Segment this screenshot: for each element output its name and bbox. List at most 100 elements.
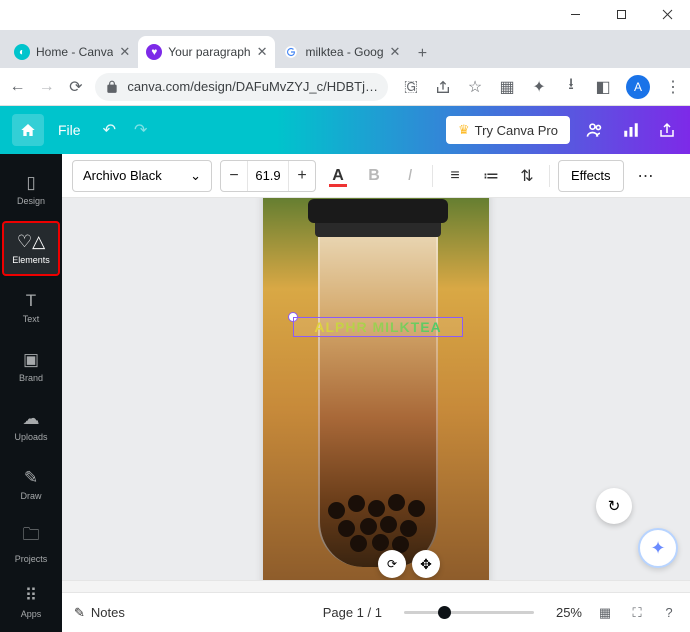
zoom-value[interactable]: 25% xyxy=(556,605,582,620)
font-size-stepper: − + xyxy=(220,160,316,192)
grid-view-icon[interactable]: ▦ xyxy=(596,604,614,622)
text-toolbar: Archivo Black ⌄ − + A B I ≡ ≔ ⇅ Effects … xyxy=(62,154,690,198)
collaborators-icon[interactable] xyxy=(584,119,606,141)
magic-button[interactable]: ✦ xyxy=(638,528,678,568)
uploads-icon: ☁ xyxy=(23,409,40,429)
notes-button[interactable]: ✎ Notes xyxy=(74,605,125,621)
tab-close-icon[interactable]: ✕ xyxy=(257,44,268,60)
sidebar-item-elements[interactable]: ♡△Elements xyxy=(2,221,60,276)
canva-topbar: File ↶ ↷ ♛ Try Canva Pro xyxy=(0,106,690,154)
rotate-floating-button[interactable]: ↻ xyxy=(596,488,632,524)
reload-button[interactable]: ⟳ xyxy=(66,75,85,99)
sidebar-item-text[interactable]: T Text xyxy=(2,280,60,335)
italic-button[interactable]: I xyxy=(396,162,424,190)
home-button[interactable] xyxy=(12,114,44,146)
translate-icon[interactable]: 🇬 xyxy=(402,78,420,96)
zoom-slider[interactable] xyxy=(404,611,534,614)
sidebar-item-brand[interactable]: ▣ Brand xyxy=(2,339,60,394)
browser-tab[interactable]: ◐ Home - Canva ✕ xyxy=(6,36,138,68)
font-name: Archivo Black xyxy=(83,168,162,183)
notes-label: Notes xyxy=(91,605,125,620)
page-indicator[interactable]: Page 1 / 1 xyxy=(323,605,382,620)
separator xyxy=(432,165,433,187)
analytics-icon[interactable] xyxy=(620,119,642,141)
star-icon[interactable]: ☆ xyxy=(466,78,484,96)
window-maximize[interactable] xyxy=(598,0,644,30)
menu-icon[interactable]: ⋮ xyxy=(664,78,682,96)
align-button[interactable]: ≡ xyxy=(441,162,469,190)
projects-icon: 🗀 xyxy=(23,522,40,551)
sync-floating-button[interactable]: ⟳ xyxy=(378,550,406,578)
apps-icon: ⠿ xyxy=(25,586,37,606)
share-icon[interactable] xyxy=(434,78,452,96)
brand-icon: ▣ xyxy=(23,350,39,370)
browser-tabstrip: ◐ Home - Canva ✕ ♥ Your paragraph ✕ milk… xyxy=(0,30,690,68)
window-titlebar xyxy=(0,0,690,30)
browser-tab-active[interactable]: ♥ Your paragraph ✕ xyxy=(138,36,275,68)
extensions-icon[interactable]: ✦ xyxy=(530,78,548,96)
sidebar-item-uploads[interactable]: ☁Uploads xyxy=(2,398,60,453)
text-color-button[interactable]: A xyxy=(324,162,352,190)
elements-icon: ♡△ xyxy=(17,232,45,252)
profile-avatar[interactable]: A xyxy=(626,75,650,99)
canvas-area[interactable]: ALPHR MILKTEA ↻ ⟳ ✥ ✦ xyxy=(62,198,690,580)
page-canvas[interactable]: ALPHR MILKTEA xyxy=(263,198,489,580)
url-text: canva.com/design/DAFuMvZYJ_c/HDBTj… xyxy=(127,79,378,94)
sidebar-label: Projects xyxy=(15,554,48,564)
chevron-down-icon: ⌄ xyxy=(190,168,201,184)
size-decrease[interactable]: − xyxy=(221,161,247,191)
tab-title: milktea - Goog xyxy=(305,45,383,59)
redo-button[interactable]: ↷ xyxy=(134,120,147,140)
sidebar-item-design[interactable]: ▯Design xyxy=(2,162,60,217)
back-button[interactable]: ← xyxy=(8,75,27,99)
tab-title: Home - Canva xyxy=(36,45,113,59)
crown-icon: ♛ xyxy=(458,122,470,138)
tab-title: Your paragraph xyxy=(168,45,250,59)
effects-button[interactable]: Effects xyxy=(558,160,624,192)
window-minimize[interactable] xyxy=(552,0,598,30)
help-icon[interactable]: ? xyxy=(660,604,678,622)
zoom-thumb[interactable] xyxy=(438,606,451,619)
more-button[interactable]: ⋯ xyxy=(632,162,660,190)
panel-icon[interactable]: ◧ xyxy=(594,78,612,96)
text-element-selected[interactable]: ALPHR MILKTEA xyxy=(293,317,463,337)
cup-image xyxy=(308,199,448,579)
horizontal-scrollbar[interactable] xyxy=(62,580,690,592)
tab-close-icon[interactable]: ✕ xyxy=(390,44,401,60)
qr-icon[interactable]: ▦ xyxy=(498,78,516,96)
url-box[interactable]: canva.com/design/DAFuMvZYJ_c/HDBTj… xyxy=(95,73,388,101)
separator xyxy=(549,165,550,187)
tab-close-icon[interactable]: ✕ xyxy=(119,44,130,60)
move-floating-button[interactable]: ✥ xyxy=(412,550,440,578)
font-size-input[interactable] xyxy=(247,161,289,191)
undo-button[interactable]: ↶ xyxy=(103,120,116,140)
address-bar: ← → ⟳ canva.com/design/DAFuMvZYJ_c/HDBTj… xyxy=(0,68,690,106)
sidebar-item-apps[interactable]: ⠿Apps xyxy=(2,575,60,630)
font-selector[interactable]: Archivo Black ⌄ xyxy=(72,160,212,192)
text-icon: T xyxy=(26,291,36,311)
forward-button[interactable]: → xyxy=(37,75,56,99)
file-menu[interactable]: File xyxy=(58,122,81,138)
sidebar-item-projects[interactable]: 🗀 Projects xyxy=(2,516,60,571)
canva-favicon: ♥ xyxy=(146,44,162,60)
try-pro-label: Try Canva Pro xyxy=(475,123,558,138)
window-close[interactable] xyxy=(644,0,690,30)
fullscreen-icon[interactable]: ⛶ xyxy=(628,604,646,622)
notes-icon: ✎ xyxy=(74,605,85,621)
sidebar-label: Text xyxy=(23,314,40,324)
download-icon[interactable]: ⭳ xyxy=(562,78,580,96)
sidebar-label: Design xyxy=(17,196,45,206)
list-button[interactable]: ≔ xyxy=(477,162,505,190)
canvas-text: ALPHR MILKTEA xyxy=(314,319,441,335)
sidebar-item-draw[interactable]: ✎Draw xyxy=(2,457,60,512)
size-increase[interactable]: + xyxy=(289,161,315,191)
try-pro-button[interactable]: ♛ Try Canva Pro xyxy=(446,116,570,144)
spacing-button[interactable]: ⇅ xyxy=(513,162,541,190)
sidebar-label: Brand xyxy=(19,373,43,383)
browser-tab[interactable]: milktea - Goog ✕ xyxy=(275,36,408,68)
editor-area: Archivo Black ⌄ − + A B I ≡ ≔ ⇅ Effects … xyxy=(62,154,690,632)
sidebar: ▯Design ♡△Elements T Text ▣ Brand ☁Uploads… xyxy=(0,154,62,632)
bold-button[interactable]: B xyxy=(360,162,388,190)
new-tab-button[interactable]: + xyxy=(408,40,436,68)
share-button[interactable] xyxy=(656,119,678,141)
